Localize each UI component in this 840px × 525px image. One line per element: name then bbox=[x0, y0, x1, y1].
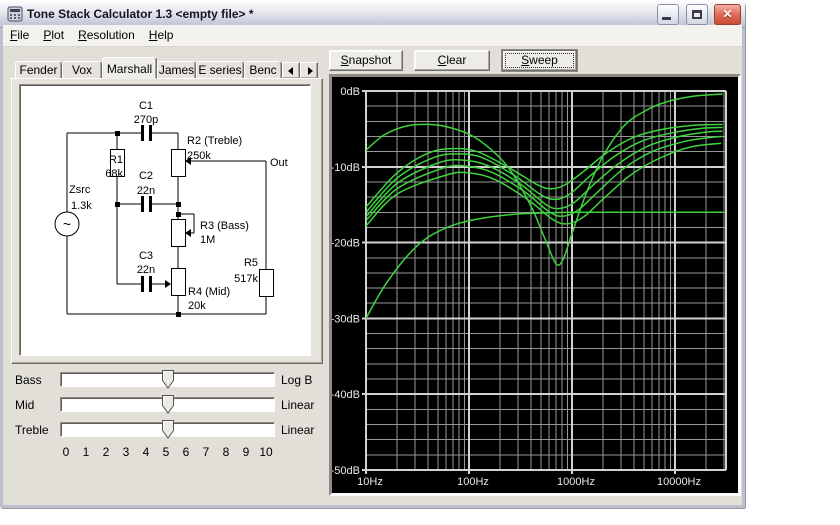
menu-plot[interactable]: Plot bbox=[36, 25, 71, 45]
tab-fender[interactable]: Fender bbox=[15, 61, 62, 79]
plot-panel: 0dB -10dB -20dB -30dB -40dB -50dB 10Hz 100Hz 100… bbox=[329, 74, 741, 496]
svg-text:1.3k: 1.3k bbox=[71, 200, 92, 212]
y-tick-label: -50dB bbox=[332, 465, 360, 477]
x-tick-label: 1000Hz bbox=[557, 476, 595, 488]
svg-text:C1: C1 bbox=[139, 100, 153, 112]
tab-marshall[interactable]: Marshall bbox=[102, 57, 157, 79]
menubar: File Plot Resolution Help bbox=[3, 25, 742, 47]
tab-benc[interactable]: Benc bbox=[244, 61, 282, 79]
svg-text:Zsrc: Zsrc bbox=[69, 184, 91, 196]
slider-thumb-bass[interactable] bbox=[162, 370, 174, 389]
scale-number: 2 bbox=[102, 445, 110, 459]
schematic-panel: ~ C1 270p R1 68k R2 (Treble) 250k C2 22n R3 (Bass… bbox=[19, 84, 311, 356]
slider-label-treble: Treble bbox=[15, 423, 49, 437]
svg-text:R2 (Treble): R2 (Treble) bbox=[187, 135, 242, 147]
menu-help[interactable]: Help bbox=[142, 25, 181, 45]
slider-taper-treble: Linear bbox=[281, 423, 315, 437]
slider-label-bass: Bass bbox=[15, 373, 42, 387]
svg-text:250k: 250k bbox=[187, 150, 211, 162]
y-tick-label: -10dB bbox=[332, 162, 360, 174]
titlebar[interactable]: Tone Stack Calculator 1.3 <empty file> *… bbox=[0, 0, 745, 28]
scale-number: 5 bbox=[162, 445, 170, 459]
svg-text:22n: 22n bbox=[137, 185, 155, 197]
slider-label-mid: Mid bbox=[15, 398, 35, 412]
svg-text:68k: 68k bbox=[105, 168, 123, 180]
scale-number: 7 bbox=[202, 445, 210, 459]
sweep-button[interactable]: Sweep bbox=[502, 50, 577, 71]
close-icon: ✕ bbox=[722, 7, 733, 21]
svg-text:C2: C2 bbox=[139, 170, 153, 182]
scale-number: 4 bbox=[142, 445, 150, 459]
y-tick-label: 0dB bbox=[340, 86, 360, 98]
scale-number: 6 bbox=[182, 445, 190, 459]
circuit-schematic: ~ C1 270p R1 68k R2 (Treble) 250k C2 22n R3 (Bass… bbox=[54, 100, 288, 317]
svg-text:22n: 22n bbox=[137, 264, 155, 276]
svg-text:C3: C3 bbox=[139, 250, 153, 262]
app-window: Tone Stack Calculator 1.3 <empty file> *… bbox=[0, 0, 745, 508]
menu-file[interactable]: File bbox=[3, 25, 36, 45]
svg-text:517k: 517k bbox=[234, 273, 258, 285]
tab-james[interactable]: James bbox=[157, 61, 196, 79]
minimize-button[interactable] bbox=[657, 4, 680, 25]
arrow-right-icon bbox=[308, 67, 313, 75]
svg-text:R3 (Bass): R3 (Bass) bbox=[200, 220, 249, 232]
slider-thumb-treble[interactable] bbox=[162, 420, 174, 439]
scale-number: 3 bbox=[122, 445, 130, 459]
app-icon bbox=[7, 6, 23, 22]
slider-thumb-mid[interactable] bbox=[162, 395, 174, 414]
snapshot-button[interactable]: Snapshot bbox=[329, 50, 403, 71]
slider-taper-mid: Linear bbox=[281, 398, 315, 412]
close-button[interactable]: ✕ bbox=[714, 4, 741, 25]
maximize-icon bbox=[691, 10, 702, 19]
svg-text:1M: 1M bbox=[200, 234, 215, 246]
slider-taper-bass: Log B bbox=[281, 373, 313, 387]
scale-number: 0 bbox=[62, 445, 70, 459]
svg-text:R5: R5 bbox=[244, 257, 258, 269]
x-tick-label: 10Hz bbox=[357, 476, 383, 488]
frequency-response-plot: 0dB -10dB -20dB -30dB -40dB -50dB10Hz 100Hz 100… bbox=[331, 77, 738, 493]
clear-button[interactable]: Clear bbox=[414, 50, 490, 71]
y-tick-label: -20dB bbox=[332, 238, 360, 250]
scale-number: 10 bbox=[259, 445, 273, 459]
svg-text:~: ~ bbox=[63, 216, 71, 232]
svg-text:R1: R1 bbox=[109, 154, 123, 166]
tab-scroll-left-button[interactable] bbox=[282, 62, 300, 79]
scale-number: 1 bbox=[82, 445, 90, 459]
menu-resolution[interactable]: Resolution bbox=[71, 25, 142, 45]
window-title: Tone Stack Calculator 1.3 <empty file> * bbox=[27, 7, 254, 21]
maximize-button[interactable] bbox=[685, 4, 708, 25]
x-tick-label: 10000Hz bbox=[657, 476, 701, 488]
svg-text:20k: 20k bbox=[188, 300, 206, 312]
y-tick-label: -30dB bbox=[332, 313, 360, 325]
minimize-icon bbox=[662, 17, 672, 20]
tab-vox[interactable]: Vox bbox=[62, 61, 102, 79]
svg-text:270p: 270p bbox=[134, 114, 158, 126]
svg-text:Out: Out bbox=[270, 157, 288, 169]
scale-number: 9 bbox=[242, 445, 250, 459]
y-tick-label: -40dB bbox=[332, 389, 360, 401]
tab-e-series[interactable]: E series bbox=[196, 61, 244, 79]
svg-text:R4 (Mid): R4 (Mid) bbox=[188, 286, 230, 298]
arrow-left-icon bbox=[288, 67, 293, 75]
scale-number: 8 bbox=[222, 445, 230, 459]
tab-scroll-right-button[interactable] bbox=[300, 62, 318, 79]
x-tick-label: 100Hz bbox=[457, 476, 489, 488]
